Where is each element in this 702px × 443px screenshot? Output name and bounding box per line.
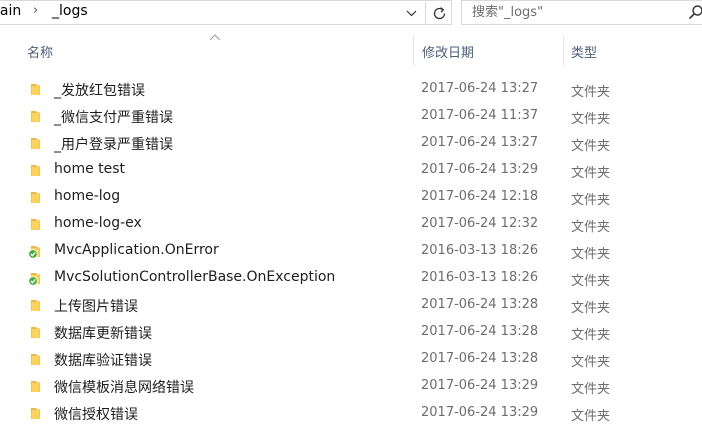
item-type: 文件夹: [571, 355, 611, 370]
folder-icon: [28, 108, 44, 124]
refresh-icon: [433, 6, 445, 19]
address-bar[interactable]: lain › _logs: [0, 0, 452, 25]
item-date-modified: 2017-06-24 11:37: [421, 108, 539, 123]
item-name: _微信支付严重错误: [54, 110, 173, 126]
item-type: 文件夹: [571, 112, 611, 127]
folder-icon: [28, 162, 44, 178]
list-item[interactable]: 微信模板消息网络错误 2017-06-24 13:29 文件夹: [0, 373, 702, 400]
item-name: _用户登录严重错误: [54, 137, 173, 153]
item-name: 数据库更新错误: [54, 326, 152, 342]
folder-icon: [28, 216, 44, 232]
search-input[interactable]: [462, 1, 682, 24]
list-item[interactable]: MvcApplication.OnError 2016-03-13 18:26 …: [0, 238, 702, 265]
breadcrumb-current[interactable]: _logs: [52, 3, 88, 19]
item-type: 文件夹: [571, 139, 611, 154]
list-item[interactable]: home test 2017-06-24 13:29 文件夹: [0, 157, 702, 184]
list-item[interactable]: home-log 2017-06-24 12:18 文件夹: [0, 184, 702, 211]
file-list: _发放红包错误 2017-06-24 13:27 文件夹 _微信支付严重错误 2…: [0, 76, 702, 427]
item-type: 文件夹: [571, 193, 611, 208]
item-date-modified: 2017-06-24 13:28: [421, 324, 539, 339]
item-date-modified: 2017-06-24 13:28: [421, 351, 539, 366]
list-item[interactable]: _发放红包错误 2017-06-24 13:27 文件夹: [0, 76, 702, 103]
column-header-row: 名称 修改日期 类型: [0, 36, 702, 66]
item-date-modified: 2016-03-13 18:26: [421, 243, 539, 258]
folder-icon: [28, 135, 44, 151]
list-item[interactable]: MvcSolutionControllerBase.OnException 20…: [0, 265, 702, 292]
item-date-modified: 2016-03-13 18:26: [421, 270, 539, 285]
item-type: 文件夹: [571, 247, 611, 262]
file-explorer-window: lain › _logs: [0, 0, 702, 443]
item-name: MvcSolutionControllerBase.OnException: [54, 269, 336, 285]
item-date-modified: 2017-06-24 13:27: [421, 81, 539, 96]
item-name: home-log-ex: [54, 215, 142, 231]
item-name: 微信授权错误: [54, 407, 138, 423]
item-date-modified: 2017-06-24 13:28: [421, 297, 539, 312]
item-name: 微信模板消息网络错误: [54, 380, 194, 396]
item-name: home-log: [54, 188, 121, 204]
folder-icon: [28, 378, 44, 394]
item-date-modified: 2017-06-24 13:29: [421, 162, 539, 177]
list-item[interactable]: 上传图片错误 2017-06-24 13:28 文件夹: [0, 292, 702, 319]
item-date-modified: 2017-06-24 13:27: [421, 135, 539, 150]
item-type: 文件夹: [571, 301, 611, 316]
folder-icon: [28, 351, 44, 367]
folder-icon: [28, 81, 44, 97]
item-type: 文件夹: [571, 328, 611, 343]
refresh-button[interactable]: [425, 2, 452, 24]
list-item[interactable]: home-log-ex 2017-06-24 12:32 文件夹: [0, 211, 702, 238]
item-type: 文件夹: [571, 274, 611, 289]
column-header-name[interactable]: 名称: [18, 36, 414, 66]
address-history-dropdown-button[interactable]: [402, 4, 420, 22]
folder-synced-icon: [28, 243, 44, 259]
breadcrumb-separator-icon[interactable]: ›: [33, 3, 38, 18]
breadcrumb-parent[interactable]: lain: [0, 3, 21, 19]
list-item[interactable]: 微信授权错误 2017-06-24 13:29 文件夹: [0, 400, 702, 427]
item-date-modified: 2017-06-24 12:18: [421, 189, 539, 204]
item-name: home test: [54, 161, 126, 177]
item-name: 数据库验证错误: [54, 353, 152, 369]
item-date-modified: 2017-06-24 13:29: [421, 378, 539, 393]
item-name: MvcApplication.OnError: [54, 242, 219, 258]
item-date-modified: 2017-06-24 12:32: [421, 216, 539, 231]
folder-synced-icon: [28, 270, 44, 286]
folder-icon: [28, 297, 44, 313]
item-name: _发放红包错误: [54, 83, 145, 99]
search-icon[interactable]: [688, 4, 702, 20]
item-type: 文件夹: [571, 382, 611, 397]
item-name: 上传图片错误: [54, 299, 138, 315]
list-item[interactable]: _微信支付严重错误 2017-06-24 11:37 文件夹: [0, 103, 702, 130]
column-header-date-modified[interactable]: 修改日期: [414, 36, 564, 66]
item-type: 文件夹: [571, 220, 611, 235]
list-item[interactable]: 数据库更新错误 2017-06-24 13:28 文件夹: [0, 319, 702, 346]
chevron-down-icon: [406, 10, 416, 16]
folder-icon: [28, 405, 44, 421]
address-bar-area: lain › _logs: [0, 0, 702, 26]
list-item[interactable]: _用户登录严重错误 2017-06-24 13:27 文件夹: [0, 130, 702, 157]
folder-icon: [28, 324, 44, 340]
item-type: 文件夹: [571, 166, 611, 181]
search-box[interactable]: [461, 0, 702, 25]
column-header-type[interactable]: 类型: [564, 36, 702, 66]
folder-icon: [28, 189, 44, 205]
item-type: 文件夹: [571, 85, 611, 100]
item-date-modified: 2017-06-24 13:29: [421, 405, 539, 420]
list-item[interactable]: 数据库验证错误 2017-06-24 13:28 文件夹: [0, 346, 702, 373]
item-type: 文件夹: [571, 409, 611, 424]
